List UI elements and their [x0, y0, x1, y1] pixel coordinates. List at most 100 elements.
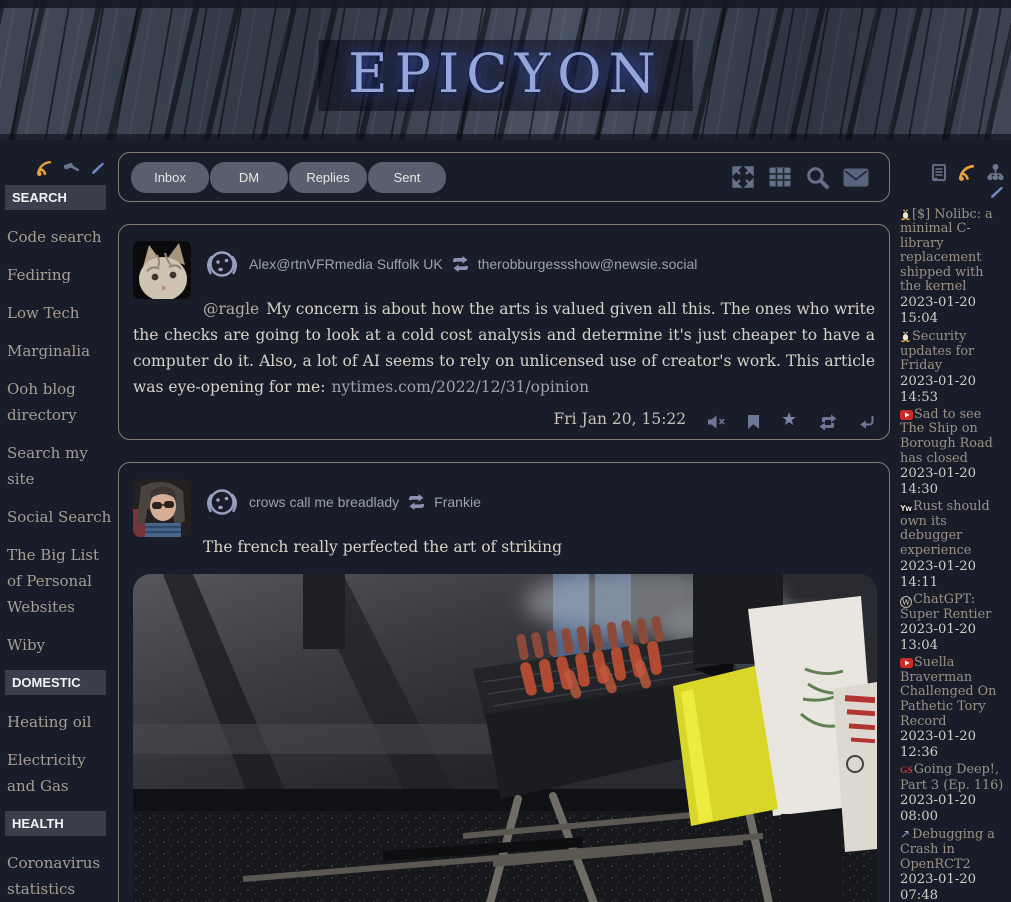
tux-icon [900, 207, 911, 220]
sidebar-section-search: SEARCH Code search Fediring Low Tech Mar… [0, 185, 113, 658]
newswire-item: Sad to see The Ship on Borough Road has … [900, 408, 1008, 498]
avatar[interactable] [133, 241, 191, 299]
envelope-icon[interactable] [843, 168, 869, 187]
newswire-item: ↗Debugging a Crash in OpenRCT2 2023-01-2… [900, 827, 1008, 902]
sidebar-link-low-tech[interactable]: Low Tech [0, 300, 113, 326]
tux-icon [900, 329, 911, 342]
sidebar-section-health: HEALTH Coronavirus statistics [0, 811, 113, 902]
sidebar-link-search-my-site[interactable]: Search my site [0, 440, 113, 492]
sidebar-link-coronavirus[interactable]: Coronavirus statistics [0, 850, 113, 902]
post-author[interactable]: Alex@rtnVFRmedia Suffolk UK [249, 256, 443, 272]
newswire-item: GSGoing Deep!, Part 3 (Ep. 116) 2023-01-… [900, 763, 1008, 825]
banner-image[interactable]: EPICYON [0, 0, 1011, 140]
newswire-timestamp: 2023-01-20 14:53 [900, 374, 1008, 406]
site-title: EPICYON [318, 40, 693, 111]
sidebar-section-domestic: DOMESTIC Heating oil Electricity and Gas [0, 670, 113, 799]
search-icon[interactable] [805, 165, 830, 190]
timeline-toolbar: Inbox DM Replies Sent [118, 152, 890, 202]
post-footer: Fri Jan 20, 15:22 ★ [133, 410, 875, 429]
dog-icon [203, 484, 241, 520]
reply-icon[interactable] [859, 415, 875, 429]
boost-icon [407, 494, 426, 510]
repeat-icon[interactable] [818, 414, 838, 431]
newswire-link[interactable]: Sad to see The Ship on Borough Road has … [900, 407, 993, 466]
sidebar-link-ooh-blog-directory[interactable]: Ooh blog directory [0, 376, 113, 428]
left-sidebar: SEARCH Code search Fediring Low Tech Mar… [0, 158, 113, 902]
gavel-icon[interactable] [63, 161, 80, 176]
pen-icon[interactable] [90, 161, 105, 176]
newswire-item: Suella Braverman Challenged On Pathetic … [900, 656, 1008, 761]
avatar[interactable] [133, 479, 191, 537]
newswire-timestamp: 2023-01-20 15:04 [900, 295, 1008, 327]
toolbar-icons [731, 165, 877, 190]
table-icon[interactable] [768, 166, 792, 188]
section-header-search: SEARCH [5, 185, 106, 210]
arrow-icon: ↗ [900, 827, 910, 841]
tab-sent[interactable]: Sent [368, 162, 446, 193]
sidebar-link-social-search[interactable]: Social Search [0, 504, 113, 530]
timeline-column: Inbox DM Replies Sent [118, 152, 890, 902]
section-header-health: HEALTH [5, 811, 106, 836]
sidebar-link-marginalia[interactable]: Marginalia [0, 338, 113, 364]
dog-icon [203, 246, 241, 282]
post-body: The french really perfected the art of s… [133, 534, 875, 560]
sidebar-link-fediring[interactable]: Fediring [0, 262, 113, 288]
section-header-domestic: DOMESTIC [5, 670, 106, 695]
gs-icon: GS [900, 766, 913, 776]
post-text: The french really perfected the art of s… [203, 538, 562, 556]
newswire-link[interactable]: [$] Nolibc: a minimal C-library replacem… [900, 207, 993, 295]
newswire-item: WChatGPT: Super Rentier 2023-01-20 13:04 [900, 593, 1008, 655]
newswire-item: Security updates for Friday 2023-01-20 1… [900, 329, 1008, 406]
post-card: crows call me breadlady Frankie The fren… [118, 462, 890, 902]
expand-icon[interactable] [731, 165, 755, 189]
newswire-link[interactable]: GSGoing Deep!, Part 3 (Ep. 116) [900, 762, 1003, 793]
sidebar-link-big-list[interactable]: The Big List of Personal Websites [0, 542, 113, 620]
tree-icon[interactable] [987, 164, 1004, 181]
newswire-link[interactable]: Suella Braverman Challenged On Pathetic … [900, 655, 996, 728]
newswire-timestamp: 2023-01-20 08:00 [900, 793, 1008, 825]
youtube-icon [900, 658, 913, 668]
left-sidebar-icons [0, 158, 113, 177]
post-image-grill-protest[interactable] [133, 574, 877, 902]
newswire-item: [$] Nolibc: a minimal C-library replacem… [900, 207, 1008, 328]
post-author[interactable]: crows call me breadlady [249, 494, 399, 510]
newswire-link[interactable]: WChatGPT: Super Rentier [900, 592, 991, 622]
newswire-timestamp: 2023-01-20 14:30 [900, 466, 1008, 498]
newswire-timestamp: 2023-01-20 12:36 [900, 729, 1008, 761]
post-date: Fri Jan 20, 15:22 [554, 410, 687, 428]
newswire-link[interactable]: Security updates for Friday [900, 329, 974, 373]
post-header: crows call me breadlady Frankie [203, 478, 875, 526]
sidebar-link-wiby[interactable]: Wiby [0, 632, 113, 658]
newswire-timestamp: 2023-01-20 13:04 [900, 622, 1008, 654]
external-link[interactable]: nytimes.com/2022/12/31/opinion [331, 378, 589, 396]
post-header: Alex@rtnVFRmedia Suffolk UK therobburges… [203, 240, 875, 288]
post-boosted-from[interactable]: therobburgessshow@newsie.social [478, 256, 698, 272]
newswire-icons [900, 162, 1008, 201]
pen-icon[interactable] [989, 185, 1004, 200]
newswire-timestamp: 2023-01-20 07:48 [900, 872, 1008, 902]
mention-link[interactable]: @ragle [203, 300, 259, 318]
post-boosted-from[interactable]: Frankie [434, 494, 481, 510]
post-body: @ragleMy concern is about how the arts i… [133, 296, 875, 400]
bookmark-icon[interactable] [747, 414, 760, 430]
newswire-link[interactable]: ↗Debugging a Crash in OpenRCT2 [900, 827, 995, 871]
rss-icon[interactable] [958, 164, 976, 182]
newswire-column: [$] Nolibc: a minimal C-library replacem… [900, 162, 1008, 902]
mute-icon[interactable] [707, 415, 726, 429]
boost-icon [451, 256, 470, 272]
rss-icon[interactable] [36, 160, 53, 177]
newswire-timestamp: 2023-01-20 14:11 [900, 559, 1008, 591]
yw-icon: Yw [900, 503, 912, 514]
tab-replies[interactable]: Replies [289, 162, 367, 193]
youtube-icon [900, 410, 913, 420]
post-card: Alex@rtnVFRmedia Suffolk UK therobburges… [118, 224, 890, 440]
newspaper-icon[interactable] [931, 164, 947, 182]
sidebar-link-heating-oil[interactable]: Heating oil [0, 709, 113, 735]
sidebar-link-electricity-gas[interactable]: Electricity and Gas [0, 747, 113, 799]
newswire-item: YwRust should own its debugger experienc… [900, 500, 1008, 590]
tab-dm[interactable]: DM [210, 162, 288, 193]
epicyon-page: EPICYON SEARCH Code search Fediring Low … [0, 0, 1011, 902]
sidebar-link-code-search[interactable]: Code search [0, 224, 113, 250]
newswire-link[interactable]: YwRust should own its debugger experienc… [900, 499, 990, 558]
tab-inbox[interactable]: Inbox [131, 162, 209, 193]
